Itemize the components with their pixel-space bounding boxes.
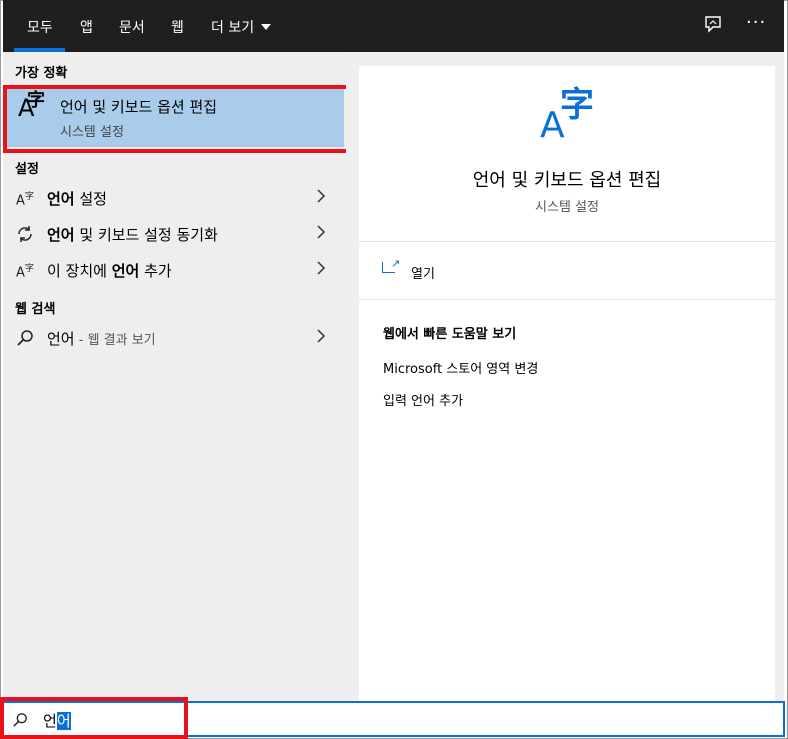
help-link-store-region[interactable]: Microsoft 스토어 영역 변경 — [383, 358, 538, 377]
help-header: 웹에서 빠른 도움말 보기 — [383, 327, 517, 342]
language-icon: A字 — [16, 264, 34, 281]
settings-item-label-bold: 언어 — [47, 226, 75, 244]
chevron-down-icon[interactable] — [261, 24, 271, 30]
settings-item-add-language[interactable]: A字 이 장치에 언어 추가 — [3, 253, 346, 289]
chevron-right-icon — [317, 329, 326, 343]
settings-item-language[interactable]: A字 언어 설정 — [3, 181, 346, 217]
settings-item-label-rest: 추가 — [139, 262, 172, 280]
tab-apps[interactable]: 앱 — [80, 17, 93, 37]
divider — [359, 241, 775, 242]
web-search-label: 언어 — [47, 330, 75, 348]
web-search-item[interactable]: 언어 - 웹 결과 보기 — [3, 321, 346, 357]
tab-web[interactable]: 웹 — [171, 17, 184, 37]
tab-documents[interactable]: 문서 — [119, 17, 145, 37]
annotation-highlight-search — [0, 697, 188, 739]
open-arrow-icon: ↗ — [391, 257, 401, 270]
chevron-right-icon — [317, 225, 326, 239]
chevron-right-icon — [317, 261, 326, 275]
settings-item-label-bold: 언어 — [47, 190, 75, 208]
web-search-suffix: - 웹 결과 보기 — [74, 333, 156, 348]
settings-item-label-pre: 이 장치에 — [47, 262, 112, 280]
preview-title: 언어 및 키보드 옵션 편집 — [472, 170, 662, 191]
more-options-icon[interactable]: ··· — [746, 12, 766, 33]
settings-item-label-rest: 및 키보드 설정 동기화 — [74, 226, 218, 244]
search-icon — [16, 329, 34, 351]
feedback-icon[interactable] — [704, 15, 722, 37]
settings-header: 설정 — [15, 162, 39, 177]
language-icon: A字 — [16, 192, 34, 209]
best-match-header: 가장 정확 — [15, 66, 68, 81]
tab-all[interactable]: 모두 — [27, 17, 53, 37]
divider — [359, 299, 775, 300]
web-search-header: 웹 검색 — [15, 302, 56, 317]
chevron-right-icon — [317, 189, 326, 203]
settings-item-label-bold: 언어 — [111, 262, 140, 280]
language-icon: A字 — [540, 85, 594, 146]
open-button[interactable]: 열기 — [411, 263, 435, 282]
preview-subtitle: 시스템 설정 — [535, 200, 599, 215]
annotation-highlight-best-match — [3, 85, 352, 153]
preview-panel — [359, 66, 775, 701]
sync-icon — [16, 225, 34, 247]
help-link-add-input-language[interactable]: 입력 언어 추가 — [383, 390, 463, 409]
settings-item-sync[interactable]: 언어 및 키보드 설정 동기화 — [3, 217, 346, 253]
settings-item-label-rest: 설정 — [74, 190, 107, 208]
tab-more[interactable]: 더 보기 — [211, 17, 254, 37]
